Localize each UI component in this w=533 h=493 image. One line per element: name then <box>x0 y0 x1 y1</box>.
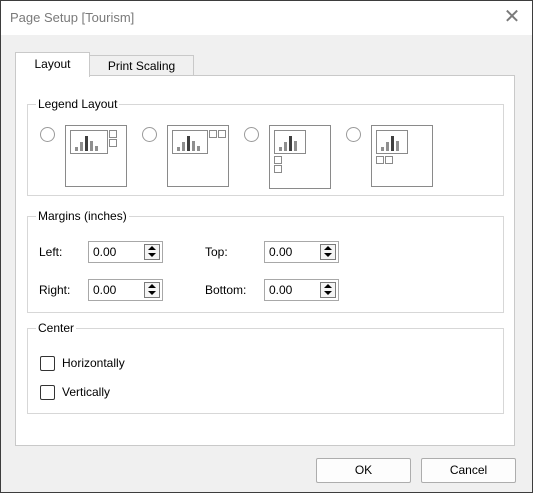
top-margin-label: Top: <box>205 245 228 259</box>
top-margin-value[interactable]: 0.00 <box>269 245 292 259</box>
legend-top-right-preview-icon[interactable] <box>167 125 229 187</box>
horizontally-checkbox[interactable] <box>40 356 55 371</box>
title-bar: Page Setup [Tourism] ✕ <box>1 1 532 35</box>
legend-layout-label: Legend Layout <box>36 97 120 111</box>
spinner-arrows-icon[interactable] <box>320 282 336 298</box>
spinner-arrows-icon[interactable] <box>144 244 160 260</box>
right-margin-label: Right: <box>39 283 71 297</box>
left-margin-label: Left: <box>39 245 63 259</box>
spinner-arrows-icon[interactable] <box>144 282 160 298</box>
legend-option-4-radio[interactable] <box>346 127 361 142</box>
preview-chart-icon <box>70 130 108 154</box>
bottom-margin-spinner[interactable]: 0.00 <box>264 279 339 301</box>
preview-chart-icon <box>274 130 306 154</box>
legend-box-icon <box>274 165 282 173</box>
legend-bottom-left-preview-icon[interactable] <box>269 125 331 189</box>
legend-box-icon <box>385 156 393 164</box>
legend-option-3-radio[interactable] <box>244 127 259 142</box>
preview-chart-icon <box>376 130 408 154</box>
legend-box-icon <box>109 139 117 147</box>
vertically-checkbox[interactable] <box>40 385 55 400</box>
right-margin-spinner[interactable]: 0.00 <box>88 279 163 301</box>
bottom-margin-value[interactable]: 0.00 <box>269 283 292 297</box>
vertically-label[interactable]: Vertically <box>62 385 110 399</box>
left-margin-spinner[interactable]: 0.00 <box>88 241 163 263</box>
legend-box-icon <box>209 130 217 138</box>
legend-option-1-radio[interactable] <box>40 127 55 142</box>
tab-print-scaling[interactable]: Print Scaling <box>89 55 194 76</box>
bottom-margin-label: Bottom: <box>205 283 247 297</box>
margins-label: Margins (inches) <box>36 209 129 223</box>
horizontally-label[interactable]: Horizontally <box>62 356 125 370</box>
right-margin-value[interactable]: 0.00 <box>93 283 116 297</box>
top-margin-spinner[interactable]: 0.00 <box>264 241 339 263</box>
legend-box-icon <box>109 130 117 138</box>
layout-tab-panel: Legend Layout Margins (inches) Left: 0.0… <box>15 75 515 446</box>
margins-group: Margins (inches) Left: 0.00 Top: 0.00 Ri… <box>27 209 504 313</box>
left-margin-value[interactable]: 0.00 <box>93 245 116 259</box>
spinner-arrows-icon[interactable] <box>320 244 336 260</box>
legend-box-icon <box>376 156 384 164</box>
window-title: Page Setup [Tourism] <box>10 10 135 25</box>
legend-layout-group: Legend Layout <box>27 97 504 196</box>
legend-bottom-preview-icon[interactable] <box>371 125 433 187</box>
cancel-button[interactable]: Cancel <box>421 458 516 483</box>
preview-chart-icon <box>172 130 208 154</box>
legend-box-icon <box>218 130 226 138</box>
legend-right-preview-icon[interactable] <box>65 125 127 187</box>
close-icon[interactable]: ✕ <box>500 6 524 30</box>
center-group: Center Horizontally Vertically <box>27 321 504 414</box>
page-setup-dialog: Page Setup [Tourism] ✕ Layout Print Scal… <box>0 0 533 493</box>
center-label: Center <box>36 321 77 335</box>
legend-option-2-radio[interactable] <box>142 127 157 142</box>
tab-layout[interactable]: Layout <box>15 52 90 77</box>
legend-box-icon <box>274 156 282 164</box>
ok-button[interactable]: OK <box>316 458 411 483</box>
